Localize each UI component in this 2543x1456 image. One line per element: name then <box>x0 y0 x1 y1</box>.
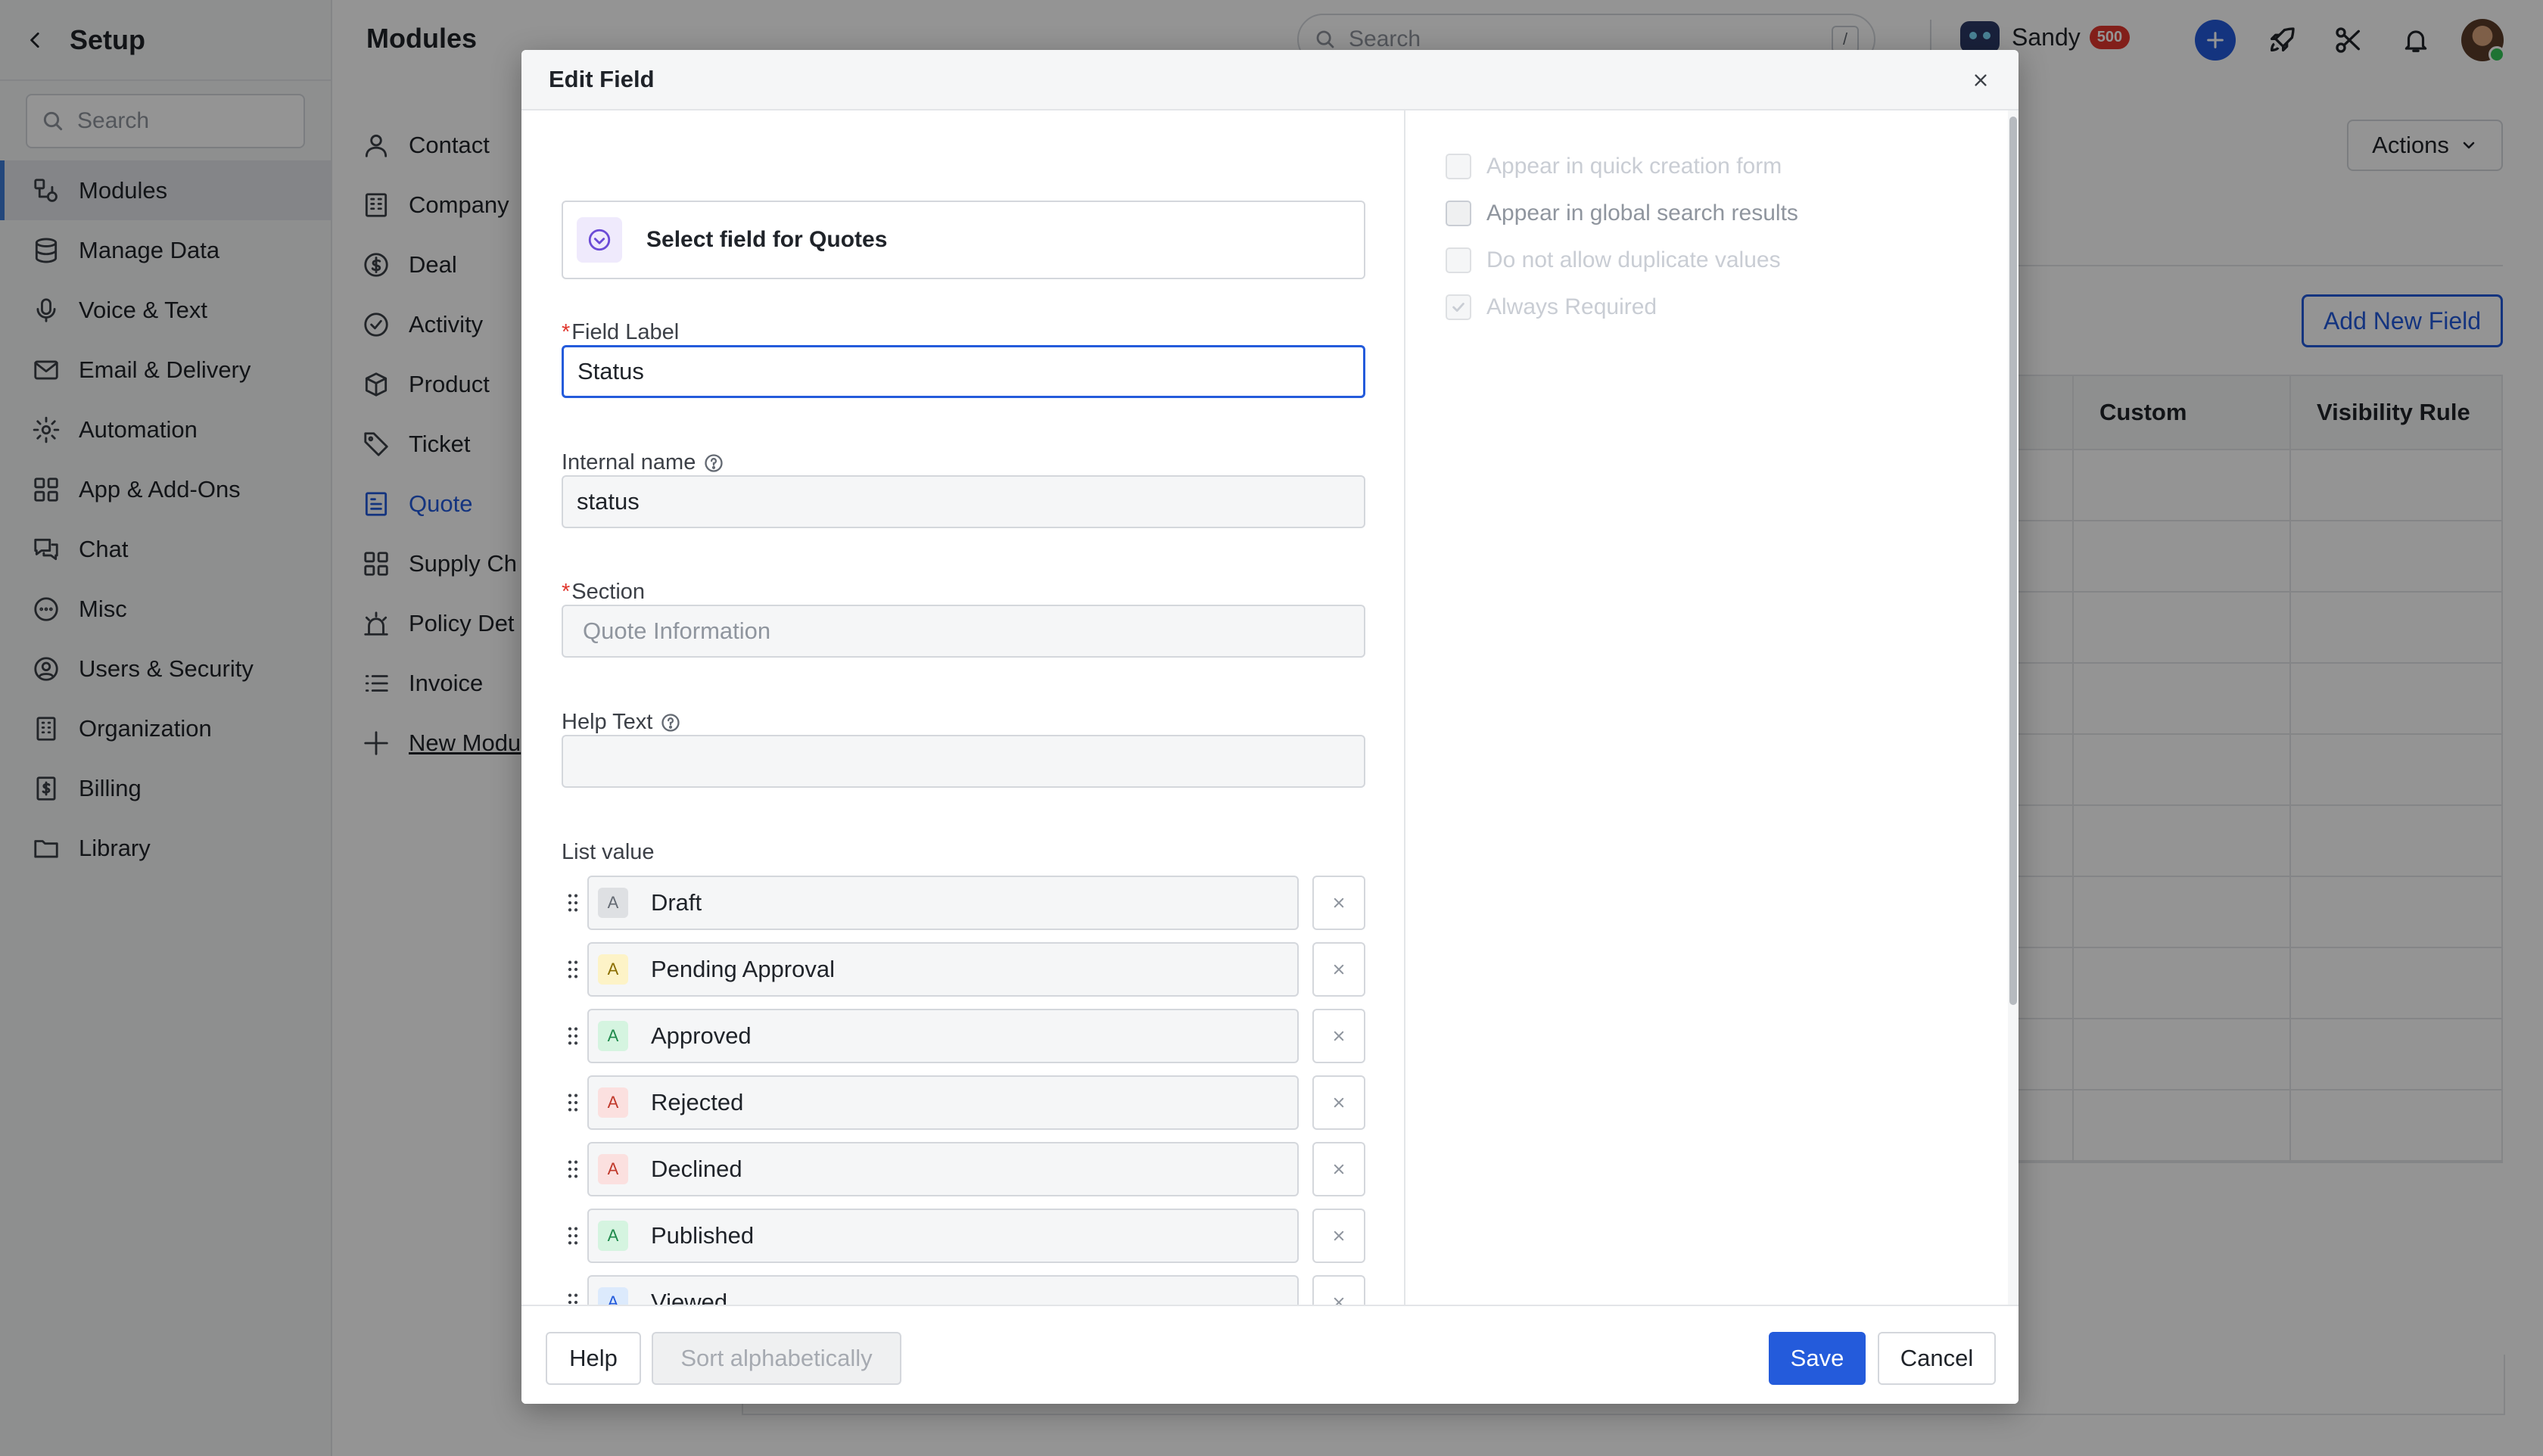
list-value-input[interactable]: A Published <box>587 1209 1300 1263</box>
list-value-input[interactable]: A Pending Approval <box>587 942 1300 997</box>
list-value-input[interactable]: A Declined <box>587 1142 1300 1196</box>
close-icon <box>1334 1097 1344 1108</box>
list-value-input[interactable]: A Draft <box>587 876 1300 930</box>
color-chip[interactable]: A <box>597 888 628 918</box>
remove-value-button[interactable] <box>1312 1075 1365 1130</box>
sort-alphabetically-button[interactable]: Sort alphabetically <box>652 1332 901 1385</box>
list-value-text: Declined <box>650 1156 742 1182</box>
close-icon <box>1334 1164 1344 1174</box>
save-button[interactable]: Save <box>1769 1332 1866 1385</box>
option-do-not-allow-duplicate-values[interactable]: Do not allow duplicate values <box>1446 247 1781 273</box>
close-icon <box>1334 964 1344 975</box>
field-settings-column: Select field for Quotes * Field Label Sta… <box>521 110 1405 1305</box>
section-caption: * Section <box>562 580 645 605</box>
color-chip[interactable]: A <box>597 1154 628 1184</box>
option-always-required[interactable]: Always Required <box>1446 294 1657 320</box>
help-text-input[interactable] <box>562 735 1365 788</box>
help-button[interactable]: Help <box>546 1332 641 1385</box>
drag-handle-icon[interactable] <box>562 1221 584 1251</box>
color-chip[interactable]: A <box>597 1221 628 1251</box>
dialog-scrollbar[interactable] <box>2008 110 2019 1305</box>
close-icon <box>1334 898 1344 908</box>
list-value-row: A Draft <box>562 876 1365 930</box>
option-label: Appear in quick creation form <box>1486 154 1782 179</box>
list-value-text: Rejected <box>650 1089 744 1115</box>
checkbox[interactable] <box>1446 247 1471 273</box>
drag-handle-icon[interactable] <box>562 1021 584 1051</box>
checkbox[interactable] <box>1446 201 1471 226</box>
close-icon <box>1334 1230 1344 1241</box>
checkbox[interactable] <box>1446 154 1471 179</box>
internal-name-caption: Internal name <box>562 450 724 475</box>
edit-field-dialog: Edit Field Select field for Quotes * Fiel… <box>521 50 2019 1404</box>
cancel-button[interactable]: Cancel <box>1878 1332 1996 1385</box>
list-value-row: A Pending Approval <box>562 942 1365 997</box>
help-circle-icon[interactable] <box>660 712 681 733</box>
list-value-text: Pending Approval <box>650 956 835 982</box>
required-marker: * <box>562 580 571 604</box>
list-value-row: A Published <box>562 1209 1365 1263</box>
list-value-input[interactable]: A Viewed <box>587 1275 1300 1305</box>
remove-value-button[interactable] <box>1312 1142 1365 1196</box>
remove-value-button[interactable] <box>1312 1275 1365 1305</box>
section-select[interactable]: Quote Information <box>562 605 1365 658</box>
drag-handle-icon[interactable] <box>562 954 584 985</box>
drag-handle-icon[interactable] <box>562 1087 584 1118</box>
help-text-caption: Help Text <box>562 710 681 735</box>
remove-value-button[interactable] <box>1312 876 1365 930</box>
check-icon <box>1452 303 1464 312</box>
section-text: Section <box>571 580 646 604</box>
remove-value-button[interactable] <box>1312 1009 1365 1063</box>
option-label: Do not allow duplicate values <box>1486 247 1781 272</box>
list-value-text: Draft <box>650 889 702 916</box>
remove-value-button[interactable] <box>1312 942 1365 997</box>
checkbox[interactable] <box>1446 294 1471 320</box>
list-value-input[interactable]: A Rejected <box>587 1075 1300 1130</box>
dialog-title: Edit Field <box>549 66 655 92</box>
close-icon <box>1334 1031 1344 1041</box>
list-value-row: A Approved <box>562 1009 1365 1063</box>
help-text-label: Help Text <box>562 710 653 734</box>
field-label-input[interactable]: Status <box>562 345 1365 398</box>
list-value-text: Viewed <box>650 1289 728 1305</box>
field-label-text: Field Label <box>571 320 680 344</box>
color-chip[interactable]: A <box>597 1021 628 1051</box>
internal-name-text: Internal name <box>562 450 696 474</box>
list-value-input[interactable]: A Approved <box>587 1009 1300 1063</box>
list-value-row: A Viewed <box>562 1275 1365 1305</box>
select-field-icon <box>577 217 622 263</box>
list-value-text: Approved <box>650 1022 752 1049</box>
close-icon[interactable] <box>1967 67 1994 94</box>
color-chip[interactable]: A <box>597 954 628 985</box>
option-appear-in-global-search-results[interactable]: Appear in global search results <box>1446 201 1798 226</box>
scrollbar-thumb[interactable] <box>2009 117 2017 1005</box>
field-type-card: Select field for Quotes <box>562 201 1365 279</box>
dialog-body: Select field for Quotes * Field Label Sta… <box>521 110 2019 1305</box>
list-value-caption: List value <box>562 840 655 864</box>
list-value-text: Published <box>650 1222 755 1249</box>
option-label: Appear in global search results <box>1486 201 1798 226</box>
option-appear-in-quick-creation-form[interactable]: Appear in quick creation form <box>1446 154 1782 179</box>
dialog-header: Edit Field <box>521 50 2019 110</box>
list-value-row: A Rejected <box>562 1075 1365 1130</box>
required-marker: * <box>562 320 571 344</box>
dialog-footer: Help Sort alphabetically Save Cancel <box>521 1305 2019 1404</box>
field-label-caption: * Field Label <box>562 320 679 345</box>
internal-name-input[interactable]: status <box>562 475 1365 528</box>
color-chip[interactable]: A <box>597 1287 628 1305</box>
drag-handle-icon[interactable] <box>562 1287 584 1305</box>
remove-value-button[interactable] <box>1312 1209 1365 1263</box>
color-chip[interactable]: A <box>597 1087 628 1118</box>
close-icon <box>1334 1297 1344 1305</box>
help-circle-icon[interactable] <box>703 453 724 474</box>
drag-handle-icon[interactable] <box>562 888 584 918</box>
option-label: Always Required <box>1486 294 1657 319</box>
field-type-label: Select field for Quotes <box>646 227 888 252</box>
list-value-row: A Declined <box>562 1142 1365 1196</box>
drag-handle-icon[interactable] <box>562 1154 584 1184</box>
